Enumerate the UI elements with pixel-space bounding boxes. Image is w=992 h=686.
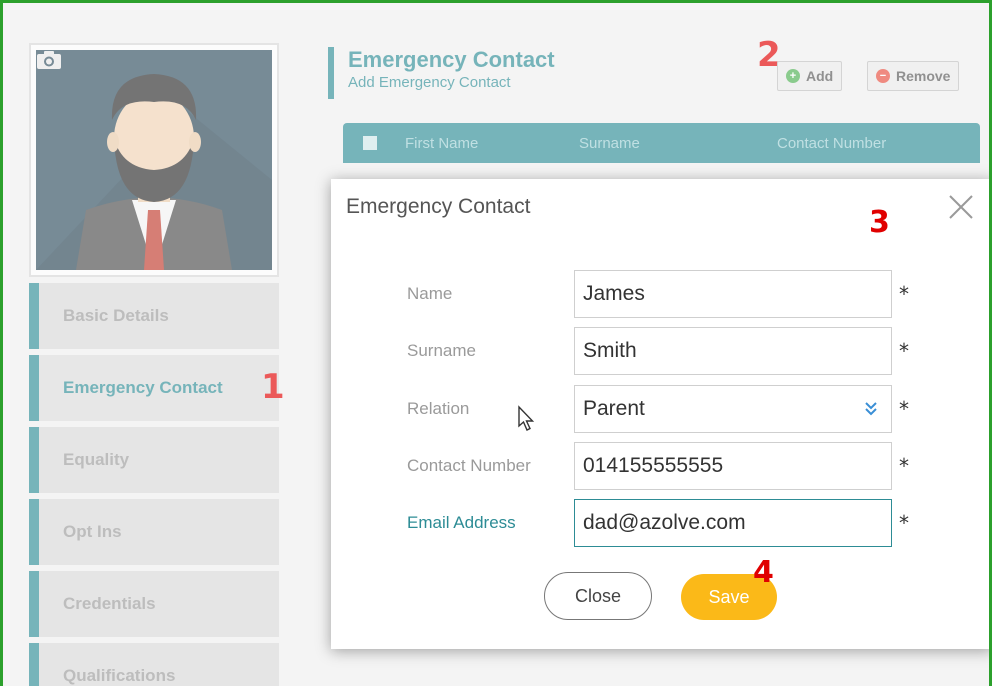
surname-field[interactable]: Smith [574,327,892,375]
contact-number-row: Contact Number 014155555555 * [331,442,989,490]
required-marker: * [899,282,909,306]
relation-row: Relation Parent * [331,385,989,433]
step-number-4: 4 [753,555,774,590]
cursor-icon [518,405,535,431]
chevron-down-icon[interactable] [863,400,879,418]
required-marker: * [899,454,909,478]
surname-row: Surname Smith * [331,327,989,375]
email-row: Email Address dad@azolve.com * [331,499,989,547]
name-label: Name [407,284,453,303]
required-marker: * [899,339,909,363]
surname-label: Surname [407,341,476,360]
emergency-contact-dialog: Emergency Contact 3 Name James * Surname… [331,179,989,649]
email-label: Email Address [407,513,516,532]
close-icon[interactable] [947,193,975,221]
relation-label: Relation [407,399,470,418]
relation-select-value: Parent [583,397,645,420]
required-marker: * [899,397,909,421]
relation-select[interactable]: Parent [574,385,892,433]
dialog-title: Emergency Contact [346,195,531,218]
email-field[interactable]: dad@azolve.com [574,499,892,547]
required-marker: * [899,511,909,535]
name-field[interactable]: James [574,270,892,318]
close-button[interactable]: Close [544,572,652,620]
step-number-3: 3 [869,205,890,240]
name-row: Name James * [331,270,989,318]
contact-number-label: Contact Number [407,456,531,475]
app-frame: Basic Details Emergency Contact 1 Equali… [0,0,992,686]
contact-number-field[interactable]: 014155555555 [574,442,892,490]
